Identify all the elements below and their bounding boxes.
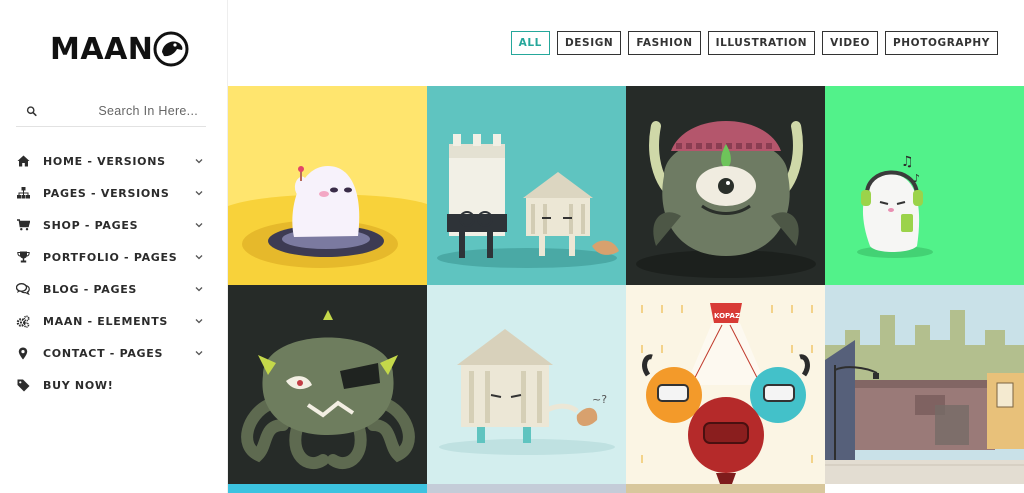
- buildings-characters-illustration: [427, 86, 626, 285]
- logo-text: MAAN: [50, 31, 154, 67]
- comments-icon: [16, 282, 30, 296]
- menu-item-pages[interactable]: PAGES - VERSIONS: [16, 177, 208, 209]
- monster-trio-illustration: KOPAZ: [626, 285, 825, 484]
- search-icon[interactable]: [26, 104, 37, 118]
- green-monster-illustration: [626, 86, 825, 285]
- menu-label: HOME - VERSIONS: [43, 154, 166, 168]
- chevron-down-icon: [195, 223, 203, 228]
- sitemap-icon: [16, 186, 30, 200]
- chevron-down-icon: [195, 191, 203, 196]
- svg-text:KOPAZ: KOPAZ: [714, 312, 740, 320]
- portfolio-item-monster-trio[interactable]: KOPAZ: [626, 285, 825, 484]
- sidebar: MAAN HOME - VERSIONS PAGES - VERSIONS: [0, 0, 228, 493]
- menu-item-home[interactable]: HOME - VERSIONS: [16, 145, 208, 177]
- filter-video[interactable]: VIDEO: [822, 31, 878, 55]
- portfolio-item-partial-4[interactable]: [825, 484, 1024, 493]
- chevron-down-icon: [195, 351, 203, 356]
- portfolio-filters: ALL DESIGN FASHION ILLUSTRATION VIDEO PH…: [510, 31, 998, 55]
- menu-item-contact[interactable]: CONTACT - PAGES: [16, 337, 208, 369]
- cogs-icon: [16, 314, 30, 328]
- filter-photography[interactable]: PHOTOGRAPHY: [884, 31, 998, 55]
- filter-illustration[interactable]: ILLUSTRATION: [707, 31, 816, 55]
- portfolio-item-headphones[interactable]: ♫ ♪: [825, 86, 1024, 285]
- filter-design[interactable]: DESIGN: [556, 31, 622, 55]
- headphones-ghost-illustration: ♫ ♪: [825, 86, 1024, 285]
- filter-fashion[interactable]: FASHION: [628, 31, 701, 55]
- chevron-down-icon: [195, 287, 203, 292]
- ghost-float-illustration: [228, 86, 427, 285]
- tag-icon: [16, 378, 30, 392]
- menu-item-buy-now[interactable]: BUY NOW!: [16, 369, 208, 401]
- menu-label: SHOP - PAGES: [43, 218, 139, 232]
- menu-label: BUY NOW!: [43, 378, 114, 392]
- partial-illustration-2: [427, 484, 626, 493]
- chevron-down-icon: [195, 319, 203, 324]
- menu-item-shop[interactable]: SHOP - PAGES: [16, 209, 208, 241]
- chevron-down-icon: [195, 159, 203, 164]
- menu-label: PAGES - VERSIONS: [43, 186, 170, 200]
- partial-illustration-4: [825, 484, 1024, 493]
- svg-text:♪: ♪: [913, 172, 920, 185]
- portfolio-item-house[interactable]: ~?: [427, 285, 626, 484]
- menu-label: BLOG - PAGES: [43, 282, 138, 296]
- city-street-illustration: [825, 285, 1024, 484]
- partial-illustration-3: [626, 484, 825, 493]
- menu-label: PORTFOLIO - PAGES: [43, 250, 178, 264]
- octopus-pirate-illustration: [228, 285, 427, 484]
- main-menu: HOME - VERSIONS PAGES - VERSIONS SHOP - …: [16, 145, 208, 401]
- portfolio-item-partial-3[interactable]: [626, 484, 825, 493]
- svg-text:♫: ♫: [901, 154, 914, 170]
- home-icon: [16, 154, 30, 168]
- logo[interactable]: MAAN: [50, 28, 189, 70]
- menu-item-portfolio[interactable]: PORTFOLIO - PAGES: [16, 241, 208, 273]
- search-input[interactable]: [37, 103, 198, 118]
- search-bar: [16, 95, 206, 127]
- house-character-illustration: ~?: [427, 285, 626, 484]
- portfolio-item-partial-1[interactable]: [228, 484, 427, 493]
- menu-label: CONTACT - PAGES: [43, 346, 164, 360]
- menu-label: MAAN - ELEMENTS: [43, 314, 169, 328]
- partial-illustration-1: [228, 484, 427, 493]
- portfolio-item-ghost[interactable]: [228, 86, 427, 285]
- portfolio-item-partial-2[interactable]: [427, 484, 626, 493]
- portfolio-item-octopus[interactable]: [228, 285, 427, 484]
- portfolio-item-city[interactable]: [825, 285, 1024, 484]
- menu-item-elements[interactable]: MAAN - ELEMENTS: [16, 305, 208, 337]
- svg-text:~?: ~?: [592, 393, 607, 406]
- portfolio-item-monster[interactable]: [626, 86, 825, 285]
- filter-all[interactable]: ALL: [510, 31, 550, 55]
- chevron-down-icon: [195, 255, 203, 260]
- trophy-icon: [16, 250, 30, 264]
- portfolio-item-buildings[interactable]: [427, 86, 626, 285]
- map-marker-icon: [16, 346, 30, 360]
- portfolio-grid: ♫ ♪ ~? KOPAZ: [228, 86, 1024, 493]
- bird-logo-icon: [153, 31, 189, 67]
- menu-item-blog[interactable]: BLOG - PAGES: [16, 273, 208, 305]
- cart-icon: [16, 218, 30, 232]
